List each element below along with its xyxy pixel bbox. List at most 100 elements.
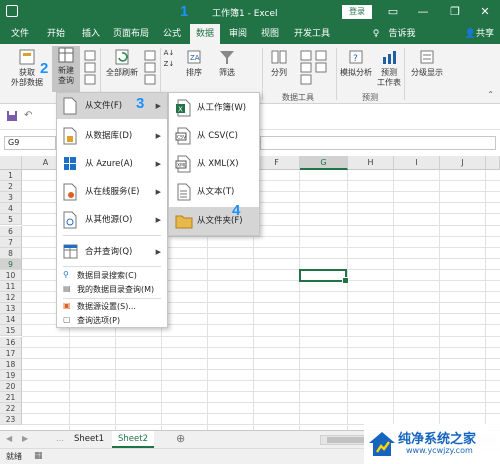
sort-button[interactable]: ZA 排序	[180, 48, 208, 90]
column-header[interactable]: I	[394, 156, 440, 170]
menu-item-my-catalog-queries[interactable]: ▤ 我的数据目录查询(M)	[57, 283, 167, 297]
row-header[interactable]: 18	[0, 358, 22, 370]
query-small-icons[interactable]	[84, 50, 96, 86]
column-header[interactable]: J	[440, 156, 486, 170]
row-header[interactable]: 10	[0, 269, 22, 281]
submenu-item-from-text[interactable]: 从文本(T)	[169, 179, 259, 205]
row-header[interactable]: 14	[0, 314, 22, 326]
formula-input[interactable]	[260, 136, 496, 150]
menu-item-from-azure[interactable]: 从 Azure(A) ▶	[57, 151, 167, 177]
scroll-left-icon[interactable]: ◀	[6, 434, 12, 443]
row-gridline	[22, 413, 500, 415]
tab-developer[interactable]: 开发工具	[290, 24, 334, 44]
close-button[interactable]: ✕	[476, 3, 494, 21]
row-header[interactable]: 20	[0, 380, 22, 392]
sort-az-icon: A↓ Z↓	[163, 49, 175, 68]
collapse-ribbon-icon[interactable]: ⌃	[487, 90, 494, 99]
what-if-analysis-button[interactable]: ? 模拟分析	[338, 48, 374, 90]
tab-data[interactable]: 数据	[190, 24, 220, 44]
row-header[interactable]: 2	[0, 181, 22, 193]
row-header[interactable]: 1	[0, 170, 22, 181]
ribbon-display-icon[interactable]: ▭	[384, 3, 402, 21]
title-bar: 工作簿1 - Excel 登录 ▭ — ❐ ✕	[0, 0, 500, 24]
submenu-arrow-icon: ▶	[155, 216, 161, 224]
row-header[interactable]: 22	[0, 403, 22, 415]
svg-text:?: ?	[353, 54, 358, 64]
sort-az-button[interactable]: A↓ Z↓	[162, 48, 176, 90]
column-header[interactable]: H	[348, 156, 394, 170]
connections-small-icons[interactable]	[144, 50, 156, 86]
tab-review[interactable]: 审阅	[224, 24, 252, 44]
tab-insert[interactable]: 插入	[78, 24, 104, 44]
filter-button[interactable]: 筛选	[214, 48, 240, 90]
watermark-text: 纯净系统之家	[398, 432, 477, 447]
row-header[interactable]: 17	[0, 347, 22, 359]
menu-item-data-source-settings[interactable]: ▣ 数据源设置(S)...	[57, 300, 167, 314]
minimize-button[interactable]: —	[414, 3, 432, 21]
row-header[interactable]: 7	[0, 236, 22, 248]
sheet-tab[interactable]: Sheet1	[68, 431, 110, 448]
refresh-all-button[interactable]: 全部刷新	[104, 48, 140, 90]
row-header[interactable]: 21	[0, 392, 22, 403]
menu-item-data-catalog-search[interactable]: ⚲ 数据目录搜索(C)	[57, 269, 167, 283]
row-header[interactable]: 23	[0, 414, 22, 426]
text-to-columns-button[interactable]: 分列	[266, 48, 292, 90]
row-header[interactable]: 5	[0, 214, 22, 226]
menu-item-from-other-sources[interactable]: 从其他源(O) ▶	[57, 207, 167, 233]
submenu-item-from-folder[interactable]: 从文件夹(F)	[169, 207, 259, 235]
undo-icon[interactable]: ↶	[24, 110, 32, 121]
row-header[interactable]: 16	[0, 336, 22, 348]
row-header[interactable]: 6	[0, 225, 22, 237]
menu-item-query-options[interactable]: ▢ 查询选项(P)	[57, 314, 167, 328]
row-header[interactable]: 3	[0, 192, 22, 204]
data-tools-small-icons[interactable]	[300, 50, 330, 86]
add-sheet-icon[interactable]: ⊕	[176, 432, 185, 445]
row-header[interactable]: 8	[0, 247, 22, 259]
row-header[interactable]: 9	[0, 258, 22, 270]
column-header[interactable]: F	[254, 156, 300, 170]
row-header[interactable]: 15	[0, 325, 22, 337]
svg-text:X: X	[178, 106, 183, 114]
row-header[interactable]: 4	[0, 203, 22, 215]
tab-file[interactable]: 文件	[8, 24, 32, 44]
submenu-item-from-workbook[interactable]: X 从工作簿(W)	[169, 95, 259, 121]
save-icon[interactable]	[6, 110, 18, 122]
menu-item-from-online-services[interactable]: 从在线服务(E) ▶	[57, 179, 167, 205]
row-header[interactable]: 11	[0, 281, 22, 292]
row-header[interactable]: 19	[0, 369, 22, 381]
more-sheets-icon[interactable]: …	[56, 434, 64, 443]
menu-item-from-file[interactable]: 从文件(F) ▶	[57, 93, 167, 119]
submenu-item-from-xml[interactable]: XML 从 XML(X)	[169, 151, 259, 177]
row-header[interactable]: 12	[0, 292, 22, 304]
sheet-tab-active[interactable]: Sheet2	[112, 431, 154, 448]
tab-view[interactable]: 视图	[256, 24, 284, 44]
name-box[interactable]: G9	[4, 136, 56, 150]
restore-button[interactable]: ❐	[446, 3, 464, 21]
tell-me-box[interactable]: 告诉我	[384, 24, 420, 44]
login-button[interactable]: 登录	[342, 5, 372, 19]
tab-page-layout[interactable]: 页面布局	[110, 24, 152, 44]
new-query-button[interactable]: 新建 查询	[52, 46, 80, 92]
macro-record-icon[interactable]: ▦	[34, 449, 43, 464]
submenu-arrow-icon: ▶	[155, 102, 161, 110]
select-all-corner[interactable]	[0, 156, 22, 170]
menu-item-from-database[interactable]: 从数据库(D) ▶	[57, 123, 167, 149]
forecast-sheet-button[interactable]: 预测 工作表	[376, 48, 402, 90]
scroll-right-icon[interactable]: ▶	[22, 434, 28, 443]
outline-icon	[420, 50, 434, 64]
refresh-icon	[115, 49, 129, 65]
tab-formulas[interactable]: 公式	[158, 24, 186, 44]
menu-item-combine-queries[interactable]: 合并查询(Q) ▶	[57, 239, 167, 265]
row-header[interactable]: 13	[0, 303, 22, 315]
filter-icon	[220, 51, 234, 64]
database-icon	[63, 127, 77, 145]
save-icon[interactable]	[6, 5, 18, 17]
outline-button[interactable]: 分级显示	[408, 48, 446, 90]
tab-home[interactable]: 开始	[42, 24, 70, 44]
selected-cell[interactable]	[299, 269, 349, 284]
column-header[interactable]: G	[300, 156, 348, 170]
settings-icon: ▣	[63, 301, 71, 310]
share-button[interactable]: 👤共享	[465, 24, 494, 44]
submenu-item-from-csv[interactable]: CSV 从 CSV(C)	[169, 123, 259, 149]
column-header[interactable]	[486, 156, 500, 170]
